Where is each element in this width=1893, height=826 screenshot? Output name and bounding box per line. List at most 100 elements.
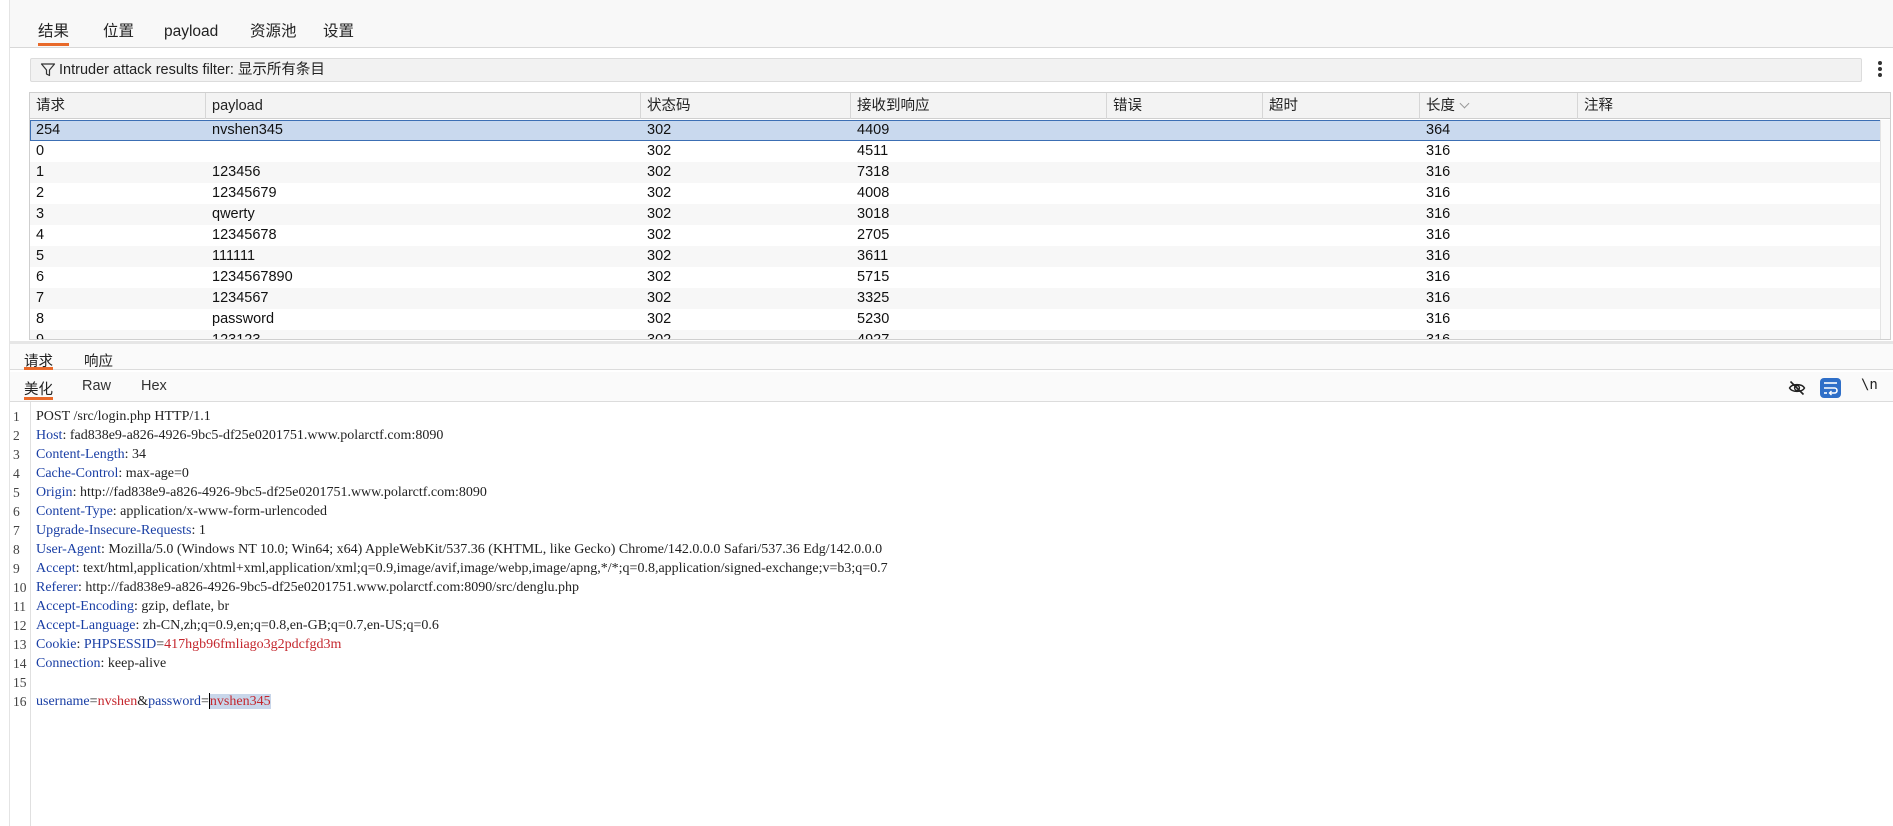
code-key: Content-Length xyxy=(36,447,125,462)
cell-payload: 123456 xyxy=(212,164,261,180)
cell-received: 4927 xyxy=(857,332,890,340)
left-panel-edge xyxy=(0,0,10,826)
cell-payload: nvshen345 xyxy=(212,122,283,138)
cell-status: 302 xyxy=(647,185,672,201)
table-row[interactable]: 3 qwerty 302 3018 316 xyxy=(30,204,1890,225)
code-line: username=nvshen&password=nvshen345 xyxy=(36,692,271,711)
code-text: POST /src/login.php HTTP/1.1 xyxy=(36,409,211,424)
cell-error xyxy=(1107,162,1113,183)
code-line: Origin: http://fad838e9-a826-4926-9bc5-d… xyxy=(36,483,487,502)
line-number: 8 xyxy=(13,542,20,557)
tab-raw[interactable]: Raw xyxy=(82,378,111,400)
line-number-gutter: 1 2 3 4 5 6 7 8 9 10 11 12 13 14 15 16 xyxy=(10,402,31,826)
cell-timeout xyxy=(1263,183,1269,204)
line-number: 3 xyxy=(13,447,20,462)
cell-received: 3325 xyxy=(857,290,890,306)
cell-request: 4 xyxy=(36,227,45,243)
code-text: : application/x-www-form-urlencoded xyxy=(112,504,327,519)
cell-length: 316 xyxy=(1426,185,1451,201)
cell-received: 3611 xyxy=(857,248,889,264)
code-text: : zh-CN,zh;q=0.9,en;q=0.8,en-GB;q=0.7,en… xyxy=(135,618,439,633)
results-filter-bar[interactable]: Intruder attack results filter: 显示所有条目 xyxy=(30,58,1862,82)
cell-request: 254 xyxy=(36,122,61,138)
table-row[interactable]: 8 password 302 5230 316 xyxy=(30,309,1890,330)
code-text: : xyxy=(76,637,84,652)
cell-comment xyxy=(1578,183,1584,204)
cell-request: 8 xyxy=(36,311,45,327)
table-row[interactable]: 5 111111 302 3611 316 xyxy=(30,246,1890,267)
tab-pretty[interactable]: 美化 xyxy=(24,378,53,400)
col-status[interactable]: 状态码 xyxy=(641,93,851,119)
tab-positions[interactable]: 位置 xyxy=(103,22,134,46)
word-wrap-icon[interactable] xyxy=(1820,378,1841,398)
line-number: 2 xyxy=(13,428,20,443)
line-number: 10 xyxy=(13,580,27,595)
cell-length: 316 xyxy=(1426,164,1451,180)
tab-response[interactable]: 响应 xyxy=(84,350,113,370)
col-received[interactable]: 接收到响应 xyxy=(851,93,1107,119)
tab-hex[interactable]: Hex xyxy=(141,378,167,400)
col-payload[interactable]: payload xyxy=(206,93,641,119)
cell-error xyxy=(1107,120,1113,141)
col-error[interactable]: 错误 xyxy=(1107,93,1263,119)
table-row[interactable]: 0 302 4511 316 xyxy=(30,141,1890,162)
show-newlines-toggle[interactable]: \n xyxy=(1861,377,1878,393)
line-number: 14 xyxy=(13,656,27,671)
col-request[interactable]: 请求 xyxy=(30,93,206,119)
code-key: PHPSESSID xyxy=(83,637,157,652)
code-key: password xyxy=(148,694,202,709)
table-row[interactable]: 2 12345679 302 4008 316 xyxy=(30,183,1890,204)
table-row[interactable]: 1 123456 302 7318 316 xyxy=(30,162,1890,183)
tab-resource-pool[interactable]: 资源池 xyxy=(250,22,297,46)
code-text: : fad838e9-a826-4926-9bc5-df25e0201751.w… xyxy=(62,428,444,443)
code-key: Upgrade-Insecure-Requests xyxy=(36,523,192,538)
tab-results[interactable]: 结果 xyxy=(38,22,70,46)
code-text: : http://fad838e9-a826-4926-9bc5-df25e02… xyxy=(77,580,580,595)
code-key: Origin xyxy=(36,485,73,500)
cell-request: 2 xyxy=(36,185,45,201)
cell-timeout xyxy=(1263,204,1269,225)
col-length[interactable]: 长度 xyxy=(1420,93,1578,119)
tab-request[interactable]: 请求 xyxy=(24,350,53,370)
line-number: 5 xyxy=(13,485,20,500)
code-key: Connection xyxy=(36,656,101,671)
line-number: 6 xyxy=(13,504,20,519)
line-number: 13 xyxy=(13,637,27,652)
table-row[interactable]: 6 1234567890 302 5715 316 xyxy=(30,267,1890,288)
code-value: nvshen345 xyxy=(209,694,271,709)
table-scrollbar[interactable] xyxy=(1880,120,1890,339)
code-line: Cookie: PHPSESSID=417hgb96fmliago3g2pdcf… xyxy=(36,635,341,654)
line-number: 9 xyxy=(13,561,20,576)
cell-payload: 111111 xyxy=(212,248,256,264)
cell-length: 316 xyxy=(1426,269,1451,285)
filter-icon xyxy=(40,63,56,77)
more-options-icon[interactable] xyxy=(1876,59,1884,81)
cell-timeout xyxy=(1263,330,1269,339)
table-row[interactable]: 254 nvshen345 302 4409 364 xyxy=(30,120,1890,141)
cell-status: 302 xyxy=(647,143,672,159)
cell-length: 316 xyxy=(1426,248,1451,264)
tab-payloads[interactable]: payload xyxy=(164,22,218,46)
text-caret xyxy=(208,692,210,709)
code-line: Accept: text/html,application/xhtml+xml,… xyxy=(36,559,888,578)
table-row[interactable]: 4 12345678 302 2705 316 xyxy=(30,225,1890,246)
code-line: Cache-Control: max-age=0 xyxy=(36,464,189,483)
col-timeout[interactable]: 超时 xyxy=(1263,93,1420,119)
cell-status: 302 xyxy=(647,164,672,180)
table-row[interactable]: 7 1234567 302 3325 316 xyxy=(30,288,1890,309)
results-table: 请求 payload 状态码 接收到响应 错误 超时 长度 注释 254 nvsh… xyxy=(29,92,1891,340)
code-key: Accept-Encoding xyxy=(36,599,134,614)
cell-length: 316 xyxy=(1426,206,1451,222)
line-number: 15 xyxy=(13,675,27,690)
cell-request: 9 xyxy=(36,332,45,340)
table-header: 请求 payload 状态码 接收到响应 错误 超时 长度 注释 xyxy=(30,93,1890,119)
table-row[interactable]: 9 123123 302 4927 316 xyxy=(30,330,1890,340)
tab-settings[interactable]: 设置 xyxy=(323,22,354,46)
eye-off-icon[interactable] xyxy=(1788,379,1806,397)
cell-comment xyxy=(1578,330,1584,339)
col-comment[interactable]: 注释 xyxy=(1578,93,1890,119)
code-text: = xyxy=(89,694,98,709)
cell-timeout xyxy=(1263,120,1269,141)
code-line: Upgrade-Insecure-Requests: 1 xyxy=(36,521,206,540)
request-editor[interactable]: 1 2 3 4 5 6 7 8 9 10 11 12 13 14 15 16 POST /src/login.… xyxy=(10,402,1893,826)
